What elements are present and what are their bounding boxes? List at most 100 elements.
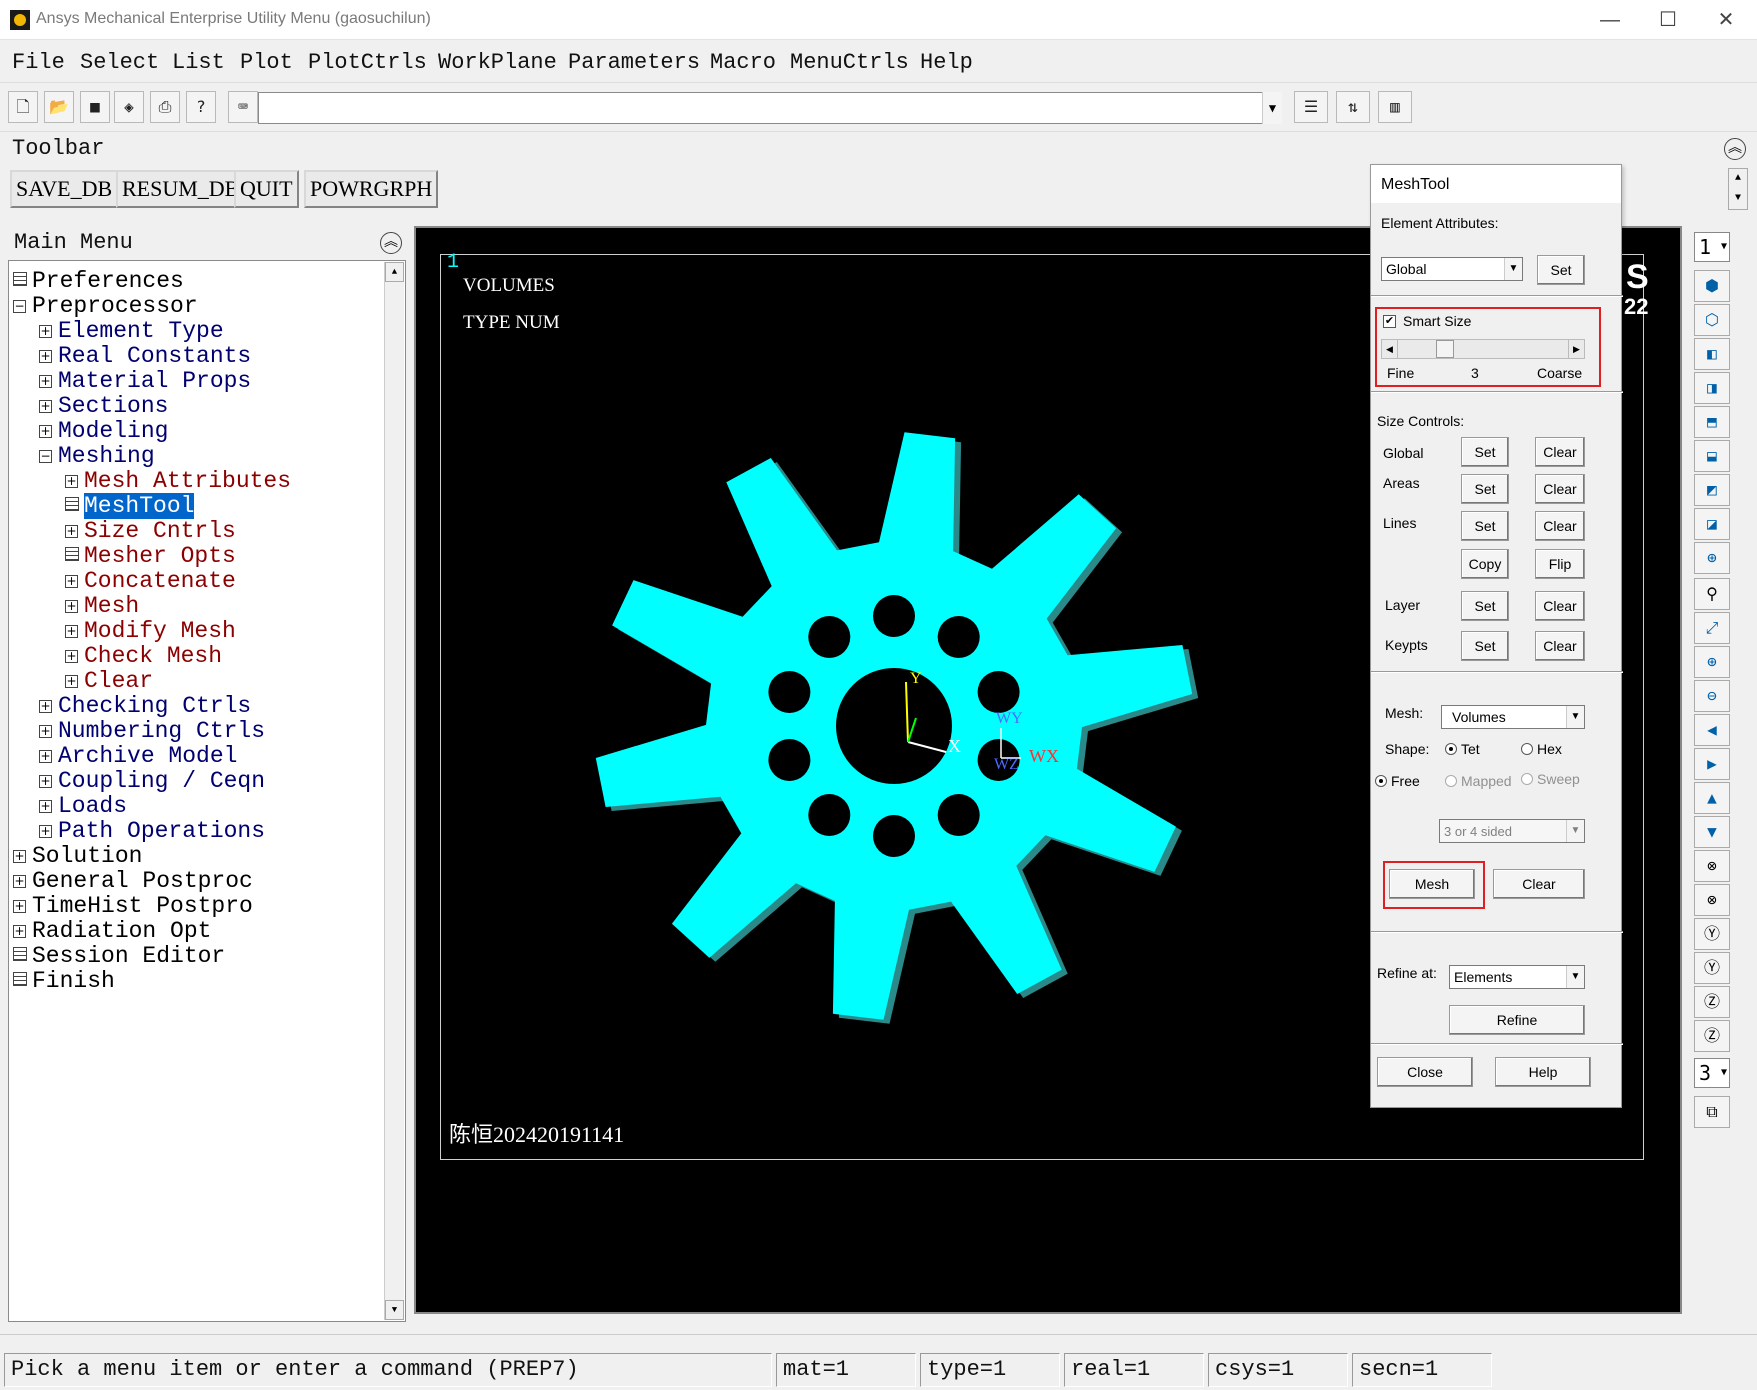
top-view-icon[interactable]: ⬒ [1694,406,1730,438]
tree-item-solution[interactable]: + Solution [13,844,142,869]
rotate-z-icon[interactable]: Ⓩ [1694,986,1730,1018]
tree-item-material-props[interactable]: + Material Props [39,369,251,394]
rotate-y-neg-icon[interactable]: Ⓨ [1694,952,1730,984]
report-icon[interactable]: ◈ [114,91,144,123]
hex-radio[interactable]: Hex [1521,741,1562,757]
zoom-icon[interactable]: ⚲ [1694,578,1730,610]
tree-item-concatenate[interactable]: + Concatenate [65,569,236,594]
dynamic-mode-icon[interactable]: ⧉ [1694,1096,1730,1128]
lines-set-button[interactable]: Set [1461,511,1509,541]
tree-item-meshing[interactable]: − Meshing [39,444,155,469]
areas-clear-button[interactable]: Clear [1535,474,1585,504]
right-view-icon[interactable]: ◪ [1694,508,1730,540]
expand-node-icon[interactable]: + [39,325,52,338]
reset-picking-icon[interactable]: ⇅ [1336,91,1370,123]
powrgrph-button[interactable]: POWRGRPH [304,170,439,208]
raise-hidden-icon[interactable]: ☰ [1294,91,1328,123]
expand-node-icon[interactable]: + [13,875,26,888]
expand-node-icon[interactable]: + [39,700,52,713]
expand-node-icon[interactable]: + [65,675,78,688]
tree-item-checking-ctrls[interactable]: + Checking Ctrls [39,694,251,719]
tree-item-general-postproc[interactable]: + General Postproc [13,869,253,894]
oblique-view-icon[interactable]: ⬡ [1694,304,1730,336]
flip-button[interactable]: Flip [1535,549,1585,579]
mesh-button[interactable]: Mesh [1389,869,1475,899]
refine-button[interactable]: Refine [1449,1005,1585,1035]
expand-node-icon[interactable]: + [65,525,78,538]
copy-button[interactable]: Copy [1461,549,1509,579]
expand-node-icon[interactable]: + [65,650,78,663]
maximize-button[interactable]: ☐ [1640,4,1696,36]
tet-radio[interactable]: Tet [1445,741,1480,757]
scroll-up-icon[interactable]: ▲ [385,262,404,282]
menu-macro[interactable]: Macro [710,50,776,75]
menu-help[interactable]: Help [920,50,973,75]
mapped-radio[interactable]: Mapped [1445,773,1512,789]
menu-workplane[interactable]: WorkPlane [438,50,557,75]
rotate-x-icon[interactable]: ⊗ [1694,850,1730,882]
box-zoom-icon[interactable]: ⤢ [1694,612,1730,644]
expand-node-icon[interactable]: + [65,575,78,588]
menu-list[interactable]: List [172,50,225,75]
areas-set-button[interactable]: Set [1461,474,1509,504]
expand-node-icon[interactable]: + [13,900,26,913]
collapse-node-icon[interactable]: − [13,300,26,313]
iso-view-icon[interactable]: ⬢ [1694,270,1730,302]
resum-db-button[interactable]: RESUM_DB [116,170,246,208]
global-set-button[interactable]: Set [1461,437,1509,467]
smart-size-slider[interactable]: ◀ ▶ [1381,339,1585,359]
expand-node-icon[interactable]: + [39,800,52,813]
tree-item-loads[interactable]: + Loads [39,794,127,819]
tree-item-finish[interactable]: Finish [13,969,115,994]
front-view-icon[interactable]: ◧ [1694,338,1730,370]
slider-thumb[interactable] [1436,340,1454,358]
expand-node-icon[interactable]: + [39,425,52,438]
refine-at-select[interactable]: Elements ▼ [1449,965,1585,989]
collapse-icon[interactable]: ︽ [380,232,402,254]
expand-node-icon[interactable]: + [13,850,26,863]
menu-plot[interactable]: Plot [240,50,293,75]
pan-left-icon[interactable]: ◀ [1694,714,1730,746]
contact-manager-icon[interactable]: ▥ [1378,91,1412,123]
zoom-fit-icon[interactable]: ⊕ [1694,542,1730,574]
rotation-increment-select[interactable]: 3 ▼ [1694,1058,1730,1088]
bottom-view-icon[interactable]: ⬓ [1694,440,1730,472]
expand-node-icon[interactable]: + [65,475,78,488]
collapse-node-icon[interactable]: − [39,450,52,463]
close-window-button[interactable]: ✕ [1698,4,1754,36]
new-file-icon[interactable]: 🗋 [8,91,38,123]
smart-size-checkbox[interactable]: ✔ [1383,315,1396,328]
left-view-icon[interactable]: ◩ [1694,474,1730,506]
tree-item-numbering-ctrls[interactable]: + Numbering Ctrls [39,719,265,744]
help-icon[interactable]: ? [186,91,216,123]
tree-item-modify-mesh[interactable]: + Modify Mesh [65,619,236,644]
keypts-clear-button[interactable]: Clear [1535,631,1585,661]
save-icon[interactable]: ■ [80,91,110,123]
pan-up-icon[interactable]: ▲ [1694,782,1730,814]
tree-item-timehist-postpro[interactable]: + TimeHist Postpro [13,894,253,919]
command-input[interactable] [258,92,1280,124]
save-db-button[interactable]: SAVE_DB [10,170,119,208]
lines-clear-button[interactable]: Clear [1535,511,1585,541]
window-select[interactable]: 1 ▼ [1694,232,1730,262]
expand-node-icon[interactable]: + [39,750,52,763]
layer-clear-button[interactable]: Clear [1535,591,1585,621]
tree-item-mesh-attributes[interactable]: + Mesh Attributes [65,469,291,494]
back-view-icon[interactable]: ◨ [1694,372,1730,404]
rotate-y-icon[interactable]: Ⓨ [1694,918,1730,950]
global-clear-button[interactable]: Clear [1535,437,1585,467]
tree-item-sections[interactable]: + Sections [39,394,168,419]
tree-item-preferences[interactable]: Preferences [13,269,184,294]
quit-button[interactable]: QUIT [234,170,299,208]
slider-right-icon[interactable]: ▶ [1568,340,1584,358]
close-button[interactable]: Close [1377,1057,1473,1087]
scroll-down-icon[interactable]: ▼ [385,1300,404,1320]
minimize-button[interactable]: — [1582,4,1638,36]
keypts-set-button[interactable]: Set [1461,631,1509,661]
tree-item-check-mesh[interactable]: + Check Mesh [65,644,222,669]
rotate-z-neg-icon[interactable]: Ⓩ [1694,1020,1730,1052]
zoom-in-icon[interactable]: ⊕ [1694,646,1730,678]
tree-item-meshtool[interactable]: MeshTool [65,493,195,519]
print-icon[interactable]: ⎙ [150,91,180,123]
tree-item-preprocessor[interactable]: − Preprocessor [13,294,198,319]
